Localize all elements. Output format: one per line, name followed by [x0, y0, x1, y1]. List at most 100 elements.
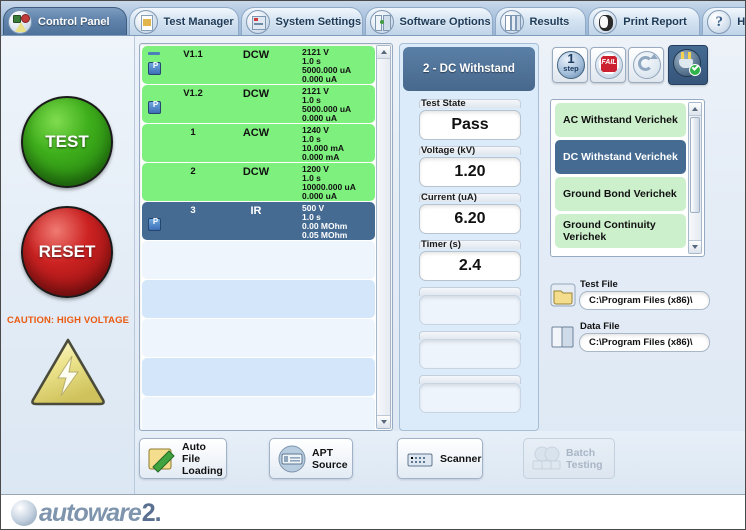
collapse-handle-icon[interactable] — [148, 52, 160, 55]
field-value — [419, 295, 521, 325]
list-item[interactable]: Ground Continuity Verichek — [555, 214, 686, 248]
row-id: V1.2 — [183, 88, 203, 99]
control-panel-icon — [8, 9, 32, 34]
tab-help[interactable]: ? Help — [702, 7, 746, 35]
readout-title: 2 - DC Withstand — [403, 47, 535, 91]
test-list-scroll-up[interactable] — [377, 46, 390, 59]
row-reading: 0.000 uA — [302, 113, 337, 123]
tab-results[interactable]: Results — [494, 7, 587, 35]
field-label: Current (uA) — [421, 192, 477, 203]
table-row[interactable] — [142, 358, 375, 396]
program-list-panel: AC Withstand Verichek DC Withstand Verich… — [550, 99, 705, 257]
list-item[interactable]: DC Withstand Verichek — [555, 140, 686, 174]
table-row[interactable]: 3 IR 500 V1.0 s0.00 MOhm0.05 MOhm — [142, 202, 375, 240]
readout-field: Voltage (kV) 1.20 — [419, 145, 521, 187]
data-file-icon[interactable] — [550, 325, 576, 349]
tab-print-report[interactable]: Print Report — [588, 7, 701, 35]
test-manager-icon — [133, 9, 158, 34]
list-item-label: DC Withstand Verichek — [563, 151, 678, 163]
button-label-line2: Source — [312, 458, 348, 471]
file-label: Test File — [580, 279, 618, 290]
button-label-line2: Loading — [182, 464, 223, 477]
file-path-field[interactable]: C:\Program Files (x86)\ — [579, 291, 710, 310]
row-values: 1240 V 1.0 s 10.000 mA 0.000 mA — [302, 126, 344, 162]
field-value: 6.20 — [419, 204, 521, 234]
button-label-line1: Batch — [566, 446, 596, 459]
field-value: Pass — [419, 110, 521, 140]
program-list-scroll-thumb[interactable] — [690, 117, 700, 213]
file-path-field[interactable]: C:\Program Files (x86)\ — [579, 333, 710, 352]
list-item[interactable]: Ground Bond Verichek — [555, 177, 686, 211]
row-type: DCW — [242, 49, 270, 61]
software-options-icon — [369, 9, 394, 34]
field-value: 2.4 — [419, 251, 521, 281]
table-row[interactable]: V1.1 DCW 2121 V1.0 s5000.000 uA0.000 uA — [142, 46, 375, 84]
table-row[interactable]: 1 ACW 1240 V 1.0 s 10.000 mA 0.000 mA — [142, 124, 375, 162]
file-label: Data File — [580, 321, 620, 332]
file-path-row: Data File C:\Program Files (x86)\ — [550, 321, 710, 355]
row-reading: 0.05 MOhm — [302, 230, 348, 240]
test-button[interactable]: TEST — [21, 96, 113, 188]
application-window: Control Panel Test Manager System Settings… — [0, 0, 746, 530]
logo-mark — [11, 500, 37, 526]
auto-file-loading-button[interactable]: Auto File Loading — [139, 438, 227, 479]
file-path-row: Test File C:\Program Files (x86)\ — [550, 279, 710, 313]
list-item-label: AC Withstand Verichek — [563, 114, 678, 126]
table-row[interactable] — [142, 280, 375, 318]
button-label-line2: Testing — [566, 458, 603, 471]
program-list[interactable]: AC Withstand Verichek DC Withstand Verich… — [551, 100, 689, 256]
table-row[interactable]: 2 DCW 1200 V 1.0 s 10000.000 uA 0.000 uA — [142, 163, 375, 201]
main-tab-bar: Control Panel Test Manager System Settings… — [1, 1, 746, 36]
folder-icon[interactable] — [550, 283, 576, 307]
tab-test-manager[interactable]: Test Manager — [128, 7, 239, 35]
scanner-button[interactable]: Scanner — [397, 438, 483, 479]
table-row[interactable] — [142, 241, 375, 279]
test-list-scrollbar[interactable] — [376, 45, 391, 429]
system-settings-icon — [245, 9, 270, 34]
auto-file-loading-icon — [147, 445, 177, 473]
button-label: Auto File Loading — [182, 441, 233, 477]
results-icon — [499, 9, 524, 34]
button-label-line1: APT — [312, 446, 333, 459]
tab-system-settings[interactable]: System Settings — [240, 7, 363, 35]
cycle-button[interactable] — [628, 47, 664, 83]
field-label: Test State — [421, 98, 466, 109]
tab-label: Test Manager — [163, 15, 234, 28]
tab-software-options[interactable]: Software Options — [364, 7, 493, 35]
readout-field: Current (uA) 6.20 — [419, 192, 521, 234]
row-values: 500 V 1.0 s 0.00 MOhm 0.05 MOhm — [302, 204, 347, 240]
test-sequence-list[interactable]: V1.1DCW2121 V1.0 s5000.000 uA0.000 uAV1.… — [142, 46, 375, 430]
readout-field — [419, 375, 521, 413]
button-label: Batch Testing — [566, 447, 613, 471]
tab-label: Software Options — [399, 15, 491, 28]
row-values: 2121 V 1.0 s 5000.000 uA 0.000 uA — [302, 48, 351, 84]
fail-stop-button[interactable]: FAIL — [590, 47, 626, 83]
table-row[interactable]: V1.2 DCW 2121 V1.0 s5000.000 uA0.000 uA — [142, 85, 375, 123]
field-value — [419, 339, 521, 369]
button-label: Scanner — [440, 453, 491, 465]
live-readout-panel: 2 - DC Withstand Test State Pass Voltage (… — [399, 43, 539, 431]
table-row[interactable] — [142, 319, 375, 357]
table-row[interactable] — [142, 397, 375, 430]
readout-field: Timer (s) 2.4 — [419, 239, 521, 281]
tab-label: Print Report — [623, 15, 687, 28]
field-label: Voltage (kV) — [421, 145, 476, 156]
list-item[interactable]: AC Withstand Verichek — [555, 103, 686, 137]
row-id: 3 — [190, 205, 196, 216]
apt-source-button[interactable]: APT Source — [269, 438, 353, 479]
reset-button[interactable]: RESET — [21, 206, 113, 298]
caution-text: CAUTION: HIGH VOLTAGE — [6, 315, 130, 326]
plug-check-button[interactable] — [668, 45, 708, 85]
program-list-scrollbar[interactable] — [688, 102, 702, 254]
program-list-scroll-up[interactable] — [689, 103, 701, 116]
row-values: 1200 V 1.0 s 10000.000 uA 0.000 uA — [302, 165, 356, 201]
tab-control-panel[interactable]: Control Panel — [3, 7, 127, 35]
button-label-line1: Scanner — [440, 452, 482, 465]
program-list-scroll-down[interactable] — [689, 240, 701, 253]
batch-testing-icon — [531, 445, 561, 473]
tab-label: Help — [737, 15, 746, 28]
one-step-button[interactable]: 1 step — [552, 47, 588, 83]
test-sequence-panel: V1.1DCW2121 V1.0 s5000.000 uA0.000 uAV1.… — [139, 43, 393, 431]
test-list-scroll-down[interactable] — [377, 415, 390, 428]
step-flag-icon — [148, 217, 162, 231]
